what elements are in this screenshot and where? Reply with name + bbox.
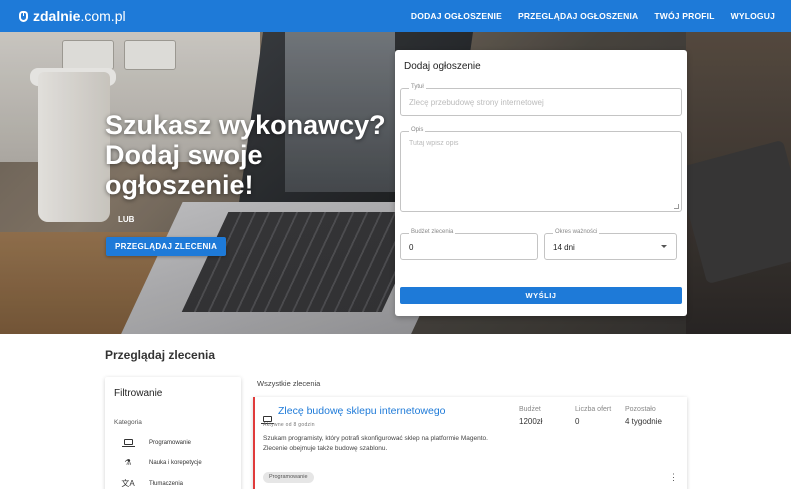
job-time-left: Pozostało 4 tygodnie	[625, 406, 662, 426]
more-vert-icon[interactable]: ⋮	[669, 473, 678, 482]
filter-item-translations[interactable]: 文A Tłumaczenia	[121, 478, 183, 489]
job-offers-label: Liczba ofert	[575, 406, 612, 413]
title-input[interactable]	[409, 98, 673, 107]
job-offers: Liczba ofert 0	[575, 406, 611, 426]
browse-jobs-button[interactable]: PRZEGLĄDAJ ZLECENIA	[106, 237, 227, 256]
category-label: Kategoria	[114, 419, 142, 426]
form-title: Dodaj ogłoszenie	[404, 61, 481, 72]
filter-item-label: Tłumaczenia	[149, 480, 184, 487]
nav-your-profile[interactable]: TWÓJ PROFIL	[654, 11, 714, 21]
validity-value: 14 dni	[553, 243, 575, 252]
filter-item-programming[interactable]: Programowanie	[121, 438, 191, 447]
translate-icon: 文A	[121, 479, 135, 488]
hero-or-text: LUB	[118, 215, 135, 224]
description-field-label: Opis	[409, 127, 426, 133]
budget-input[interactable]	[409, 243, 529, 252]
brand-logo[interactable]: zdalnie .com.pl	[19, 8, 126, 24]
job-time-left-value: 4 tygodnie	[625, 417, 662, 426]
nav-browse-listings[interactable]: PRZEGLĄDAJ OGŁOSZENIA	[518, 11, 638, 21]
brand-name-bold: zdalnie	[33, 8, 81, 24]
resize-handle-icon[interactable]	[674, 204, 679, 209]
laptop-icon	[121, 438, 135, 447]
validity-select[interactable]: Okres ważności 14 dni	[544, 229, 677, 260]
filter-item-label: Programowanie	[149, 439, 192, 446]
description-textarea[interactable]	[409, 140, 673, 203]
brand-name-domain: .com.pl	[80, 8, 126, 24]
nav-add-listing[interactable]: DODAJ OGŁOSZENIE	[411, 11, 502, 21]
main-nav: DODAJ OGŁOSZENIE PRZEGLĄDAJ OGŁOSZENIA T…	[411, 0, 775, 32]
filter-item-label: Nauka i korepetycje	[149, 459, 202, 466]
nav-logout[interactable]: WYLOGUJ	[731, 11, 775, 21]
title-field-label: Tytuł	[409, 84, 426, 90]
chevron-down-icon	[661, 245, 667, 248]
submit-button[interactable]: WYŚLIJ	[400, 287, 682, 304]
job-budget: Budżet 1200zł	[519, 406, 543, 426]
flask-icon: ⚗	[124, 458, 132, 467]
hero-title: Szukasz wykonawcy? Dodaj swoje ogłoszeni…	[105, 110, 386, 200]
budget-field-label: Budżet zlecenia	[409, 229, 456, 235]
filter-item-tutoring[interactable]: ⚗ Nauka i korepetycje	[121, 458, 202, 467]
filter-panel: Filtrowanie Kategoria Programowanie ⚗ Na…	[105, 377, 241, 489]
top-app-bar: zdalnie .com.pl DODAJ OGŁOSZENIE PRZEGLĄD…	[0, 0, 791, 32]
job-offers-value: 0	[575, 417, 580, 426]
browse-section-title: Przeglądaj zlecenia	[105, 348, 216, 362]
job-title-link[interactable]: Zlecę budowę sklepu internetowego	[278, 405, 446, 417]
description-field: Opis	[400, 127, 682, 212]
job-card[interactable]: Zlecę budowę sklepu internetowego Aktywn…	[253, 397, 687, 489]
add-listing-form: Dodaj ogłoszenie Tytuł Opis Budżet zlece…	[395, 50, 687, 316]
job-budget-value: 1200zł	[519, 417, 543, 426]
title-field: Tytuł	[400, 84, 682, 116]
job-category-tag[interactable]: Programowanie	[263, 472, 314, 483]
job-time-left-label: Pozostało	[625, 406, 656, 413]
budget-field: Budżet zlecenia	[400, 229, 538, 260]
job-description: Szukam programisty, który potrafi skonfi…	[263, 435, 488, 452]
filter-title: Filtrowanie	[114, 388, 163, 399]
jobs-list-header: Wszystkie zlecenia	[257, 379, 321, 388]
job-budget-label: Budżet	[519, 406, 541, 413]
mouse-icon	[19, 10, 28, 22]
validity-field-label: Okres ważności	[553, 229, 600, 235]
job-active-since: Aktywne od 8 godzin	[263, 422, 315, 428]
